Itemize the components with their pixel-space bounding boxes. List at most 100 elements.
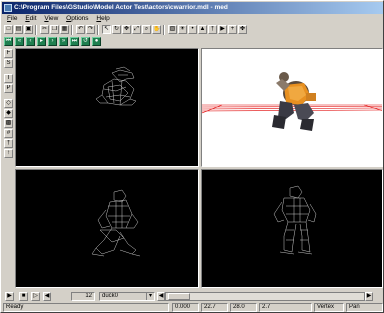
bone-button[interactable]: † bbox=[208, 25, 217, 34]
face-button[interactable]: ▲ bbox=[198, 25, 207, 34]
new-icon: □ bbox=[6, 26, 11, 32]
play-button[interactable]: ▶ bbox=[5, 292, 14, 301]
move-icon: ✥ bbox=[123, 26, 130, 32]
move-cross-button[interactable]: ✤ bbox=[238, 25, 247, 34]
cut-button[interactable]: ✂ bbox=[40, 25, 49, 34]
open-icon: ▤ bbox=[15, 26, 22, 32]
move-button[interactable]: ✥ bbox=[122, 25, 131, 34]
view-side-icon: S bbox=[6, 60, 11, 66]
prev-key-button[interactable]: « bbox=[15, 37, 24, 46]
undo-icon: ↶ bbox=[77, 26, 84, 32]
rotate-button[interactable]: ↻ bbox=[112, 25, 121, 34]
title-bar[interactable]: C:\Program Files\GStudio\Model Actor Tes… bbox=[2, 2, 383, 14]
new-button[interactable]: □ bbox=[4, 25, 13, 34]
texture-button[interactable]: ▧ bbox=[168, 25, 177, 34]
scale-button[interactable]: ⤢ bbox=[132, 25, 141, 34]
wireframe-button[interactable]: ◇ bbox=[4, 99, 13, 108]
menu-help[interactable]: Help bbox=[96, 15, 109, 22]
prev-frame-button[interactable]: ‹ bbox=[26, 37, 35, 46]
pan-icon: ✋ bbox=[153, 26, 161, 32]
bones-icon: † bbox=[6, 140, 11, 146]
undo-button[interactable]: ↶ bbox=[76, 25, 85, 34]
scroll-left-button[interactable]: ◀ bbox=[43, 292, 51, 301]
redo-icon: ↷ bbox=[87, 26, 94, 32]
frame-scrollbar[interactable] bbox=[165, 292, 365, 301]
toolbar-separator bbox=[97, 25, 99, 35]
view-top-icon: T bbox=[6, 75, 11, 81]
status-y: 22.7 bbox=[201, 303, 228, 312]
animation-controls: ▶ ■ ▷ ◀ 12 duck0 ▾ ◀ ▶ bbox=[3, 291, 383, 302]
solid-icon: ◆ bbox=[6, 110, 11, 116]
action-select[interactable]: duck0 ▾ bbox=[99, 292, 155, 301]
side-viewport[interactable] bbox=[201, 169, 383, 288]
select-button[interactable]: ↖ bbox=[102, 25, 111, 34]
textured-icon: ▩ bbox=[5, 120, 12, 126]
next-key-icon: » bbox=[61, 38, 66, 44]
next-frame-button[interactable]: › bbox=[48, 37, 57, 46]
next-key-button[interactable]: » bbox=[59, 37, 68, 46]
first-frame-icon: ⏮ bbox=[5, 38, 12, 44]
menu-file[interactable]: File bbox=[7, 15, 18, 22]
grid-button[interactable]: # bbox=[4, 129, 13, 138]
toolbar-separator bbox=[71, 25, 73, 35]
window-title: C:\Program Files\GStudio\Model Actor Tes… bbox=[14, 4, 228, 11]
redo-button[interactable]: ↷ bbox=[86, 25, 95, 34]
action-select-value: duck0 bbox=[102, 293, 119, 299]
pan-button[interactable]: ✋ bbox=[152, 25, 161, 34]
status-bar: Ready 0.000 22.7 28.0 2.7 Vertex Pan bbox=[2, 303, 384, 313]
light-button[interactable]: ☀ bbox=[178, 25, 187, 34]
scroll-right-arrow[interactable]: ▶ bbox=[365, 292, 373, 301]
status-mode: Vertex bbox=[314, 303, 344, 312]
app-window: C:\Program Files\GStudio\Model Actor Tes… bbox=[0, 0, 384, 313]
toolbar-separator bbox=[35, 25, 37, 35]
animation-icon: ▶ bbox=[220, 26, 225, 32]
textured-button[interactable]: ▩ bbox=[4, 119, 13, 128]
scale-icon: ⤢ bbox=[134, 26, 139, 32]
menu-options[interactable]: Options bbox=[66, 15, 88, 22]
scroll-left-arrow[interactable]: ◀ bbox=[157, 292, 165, 301]
status-tool: Pan bbox=[346, 303, 383, 312]
menu-edit[interactable]: Edit bbox=[25, 15, 36, 22]
stop-button[interactable]: ■ bbox=[19, 292, 28, 301]
add-button[interactable]: + bbox=[228, 25, 237, 34]
animation-button[interactable]: ▶ bbox=[218, 25, 227, 34]
frame-field[interactable]: 12 bbox=[71, 292, 95, 301]
status-message: Ready bbox=[3, 303, 169, 312]
vertex-icon: • bbox=[191, 26, 194, 32]
open-button[interactable]: ▤ bbox=[14, 25, 23, 34]
top-left-viewport[interactable] bbox=[15, 48, 199, 167]
play-button[interactable]: ▸ bbox=[37, 37, 46, 46]
status-z: 28.0 bbox=[230, 303, 257, 312]
record-button[interactable]: ● bbox=[92, 37, 101, 46]
step-button[interactable]: ▷ bbox=[31, 292, 40, 301]
solid-button[interactable]: ◆ bbox=[4, 109, 13, 118]
zoom-icon: ⌕ bbox=[144, 26, 149, 32]
anim-toolbar: ⏮ « ‹ ▸ › » ⏭ ↺ ● bbox=[4, 36, 124, 48]
bones-button[interactable]: † bbox=[4, 139, 13, 148]
save-button[interactable]: ▣ bbox=[24, 25, 33, 34]
view-front-button[interactable]: F bbox=[4, 49, 13, 58]
status-x: 0.000 bbox=[172, 303, 199, 312]
paste-button[interactable]: ▦ bbox=[60, 25, 69, 34]
textured-model-persp bbox=[202, 72, 382, 131]
last-frame-icon: ⏭ bbox=[71, 38, 78, 44]
cut-icon: ✂ bbox=[41, 26, 48, 32]
view-persp-button[interactable]: P bbox=[4, 84, 13, 93]
first-frame-button[interactable]: ⏮ bbox=[4, 37, 13, 46]
menu-view[interactable]: View bbox=[44, 15, 58, 22]
chevron-down-icon[interactable]: ▾ bbox=[146, 293, 154, 300]
face-icon: ▲ bbox=[199, 26, 206, 32]
frame-scroll-thumb[interactable] bbox=[168, 293, 190, 300]
normals-button[interactable]: ↑ bbox=[4, 149, 13, 158]
view-top-button[interactable]: T bbox=[4, 74, 13, 83]
zoom-button[interactable]: ⌕ bbox=[142, 25, 151, 34]
loop-button[interactable]: ↺ bbox=[81, 37, 90, 46]
select-icon: ↖ bbox=[103, 26, 110, 32]
front-viewport[interactable] bbox=[15, 169, 199, 288]
vertex-button[interactable]: • bbox=[188, 25, 197, 34]
wireframe-icon: ◇ bbox=[6, 100, 11, 106]
view-side-button[interactable]: S bbox=[4, 59, 13, 68]
copy-button[interactable]: ❐ bbox=[50, 25, 59, 34]
perspective-viewport[interactable] bbox=[201, 48, 383, 167]
last-frame-button[interactable]: ⏭ bbox=[70, 37, 79, 46]
